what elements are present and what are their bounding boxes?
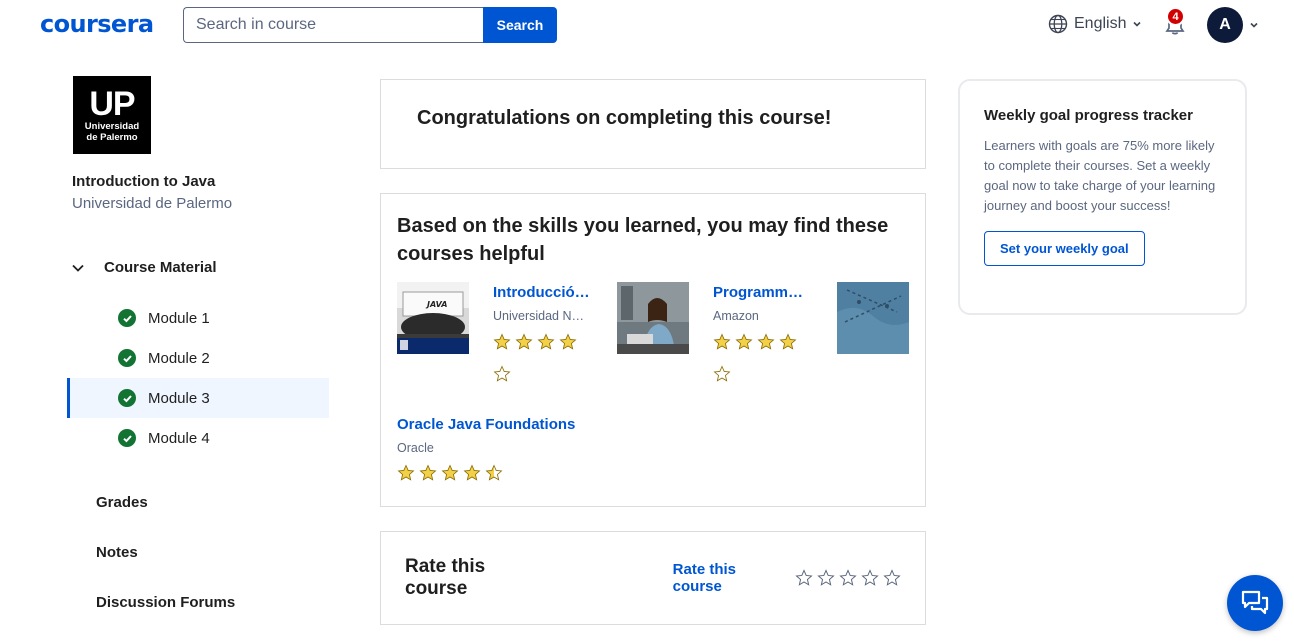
university-logo-initials: UP	[89, 85, 135, 123]
weekly-goal-card: Weekly goal progress tracker Learners wi…	[958, 79, 1247, 315]
sidebar-item-discussion-forums[interactable]: Discussion Forums	[96, 594, 235, 611]
rating-stars	[493, 333, 577, 351]
star-empty-icon[interactable]	[795, 569, 813, 587]
thumbnail-text: JAVA	[425, 300, 447, 309]
sidebar-item-grades[interactable]: Grades	[96, 494, 148, 511]
account-menu[interactable]: A	[1207, 7, 1259, 43]
star-filled-icon	[537, 333, 555, 350]
sidebar-item-module-3[interactable]: Module 3	[67, 378, 329, 418]
star-empty-icon	[713, 365, 731, 382]
university-logo-line1: Universidad	[84, 121, 140, 132]
weekly-goal-title: Weekly goal progress tracker	[984, 107, 1193, 124]
search-button[interactable]: Search	[483, 7, 557, 43]
course-search: Search	[183, 7, 557, 43]
set-weekly-goal-button[interactable]: Set your weekly goal	[984, 231, 1145, 266]
star-filled-icon	[713, 333, 731, 350]
star-filled-icon	[735, 333, 753, 350]
recommendations-card: Based on the skills you learned, you may…	[380, 193, 926, 507]
recommended-course-link[interactable]: Introducción a Java	[493, 284, 593, 301]
recommended-course-partner: Amazon	[713, 309, 759, 323]
rate-course-card: Rate this course Rate this course	[380, 531, 926, 625]
check-circle-icon	[118, 429, 136, 447]
congratulations-card: Congratulations on completing this cours…	[380, 79, 926, 169]
chat-button[interactable]	[1227, 575, 1283, 631]
star-filled-icon	[757, 333, 775, 350]
star-half-icon	[485, 464, 503, 481]
star-empty-icon[interactable]	[817, 569, 835, 587]
language-selector[interactable]: English	[1048, 14, 1142, 34]
course-thumbnail[interactable]: JAVA	[397, 282, 469, 354]
recommended-course-link[interactable]: Oracle Java Foundations	[397, 416, 597, 433]
rating-stars-row2	[713, 365, 731, 383]
star-empty-icon	[493, 365, 511, 382]
rating-stars	[397, 464, 503, 482]
recommended-course-link[interactable]: Programming with Java	[713, 284, 807, 301]
language-label: English	[1074, 15, 1127, 32]
module-label: Module 4	[148, 429, 210, 447]
star-filled-icon	[559, 333, 577, 350]
course-partner: Universidad de Palermo	[72, 195, 233, 212]
search-input[interactable]	[183, 7, 483, 43]
star-filled-icon	[397, 464, 415, 481]
rate-course-title: Rate this course	[405, 556, 486, 599]
course-material-label: Course Material	[104, 259, 217, 276]
chevron-down-icon	[1133, 21, 1142, 27]
chevron-down-icon	[1250, 22, 1258, 28]
star-empty-icon[interactable]	[839, 569, 857, 587]
chat-icon	[1241, 590, 1269, 615]
sidebar-item-module-1[interactable]: Module 1	[67, 298, 329, 338]
sidebar-item-notes[interactable]: Notes	[96, 544, 138, 561]
course-title: Introduction to Java	[72, 173, 216, 190]
course-thumbnail[interactable]	[617, 282, 689, 354]
globe-icon	[1048, 14, 1068, 34]
star-filled-icon	[463, 464, 481, 481]
star-filled-icon	[419, 464, 437, 481]
avatar: A	[1207, 7, 1243, 43]
sidebar-item-module-2[interactable]: Module 2	[67, 338, 329, 378]
check-circle-icon	[118, 389, 136, 407]
recommended-course-partner: Oracle	[397, 441, 434, 455]
star-filled-icon	[779, 333, 797, 350]
star-empty-icon[interactable]	[883, 569, 901, 587]
star-filled-icon	[515, 333, 533, 350]
sidebar-item-module-4[interactable]: Module 4	[67, 418, 329, 458]
star-filled-icon	[441, 464, 459, 481]
rating-stars-row2	[493, 365, 511, 383]
notification-badge: 4	[1166, 7, 1185, 26]
module-label: Module 3	[148, 389, 210, 407]
course-material-toggle[interactable]: Course Material	[70, 259, 217, 276]
chevron-down-icon	[72, 264, 84, 272]
congratulations-text: Congratulations on completing this cours…	[417, 107, 832, 129]
check-circle-icon	[118, 349, 136, 367]
rate-course-link[interactable]: Rate this course	[673, 561, 779, 595]
weekly-goal-text: Learners with goals are 75% more likely …	[984, 138, 1216, 213]
coursera-logo[interactable]: coursera	[40, 10, 154, 38]
rating-stars	[713, 333, 797, 351]
university-logo: UP Universidad de Palermo	[73, 76, 151, 154]
university-logo-line2: de Palermo	[86, 132, 138, 143]
module-label: Module 1	[148, 309, 210, 327]
recommended-course-partner: Universidad Nacional Autónoma de México	[493, 309, 589, 323]
star-filled-icon	[493, 333, 511, 350]
recommendations-title: Based on the skills you learned, you may…	[397, 215, 889, 265]
check-circle-icon	[118, 309, 136, 327]
rate-course-stars	[795, 569, 901, 587]
course-thumbnail[interactable]	[837, 282, 909, 354]
star-empty-icon[interactable]	[861, 569, 879, 587]
module-label: Module 2	[148, 349, 210, 367]
